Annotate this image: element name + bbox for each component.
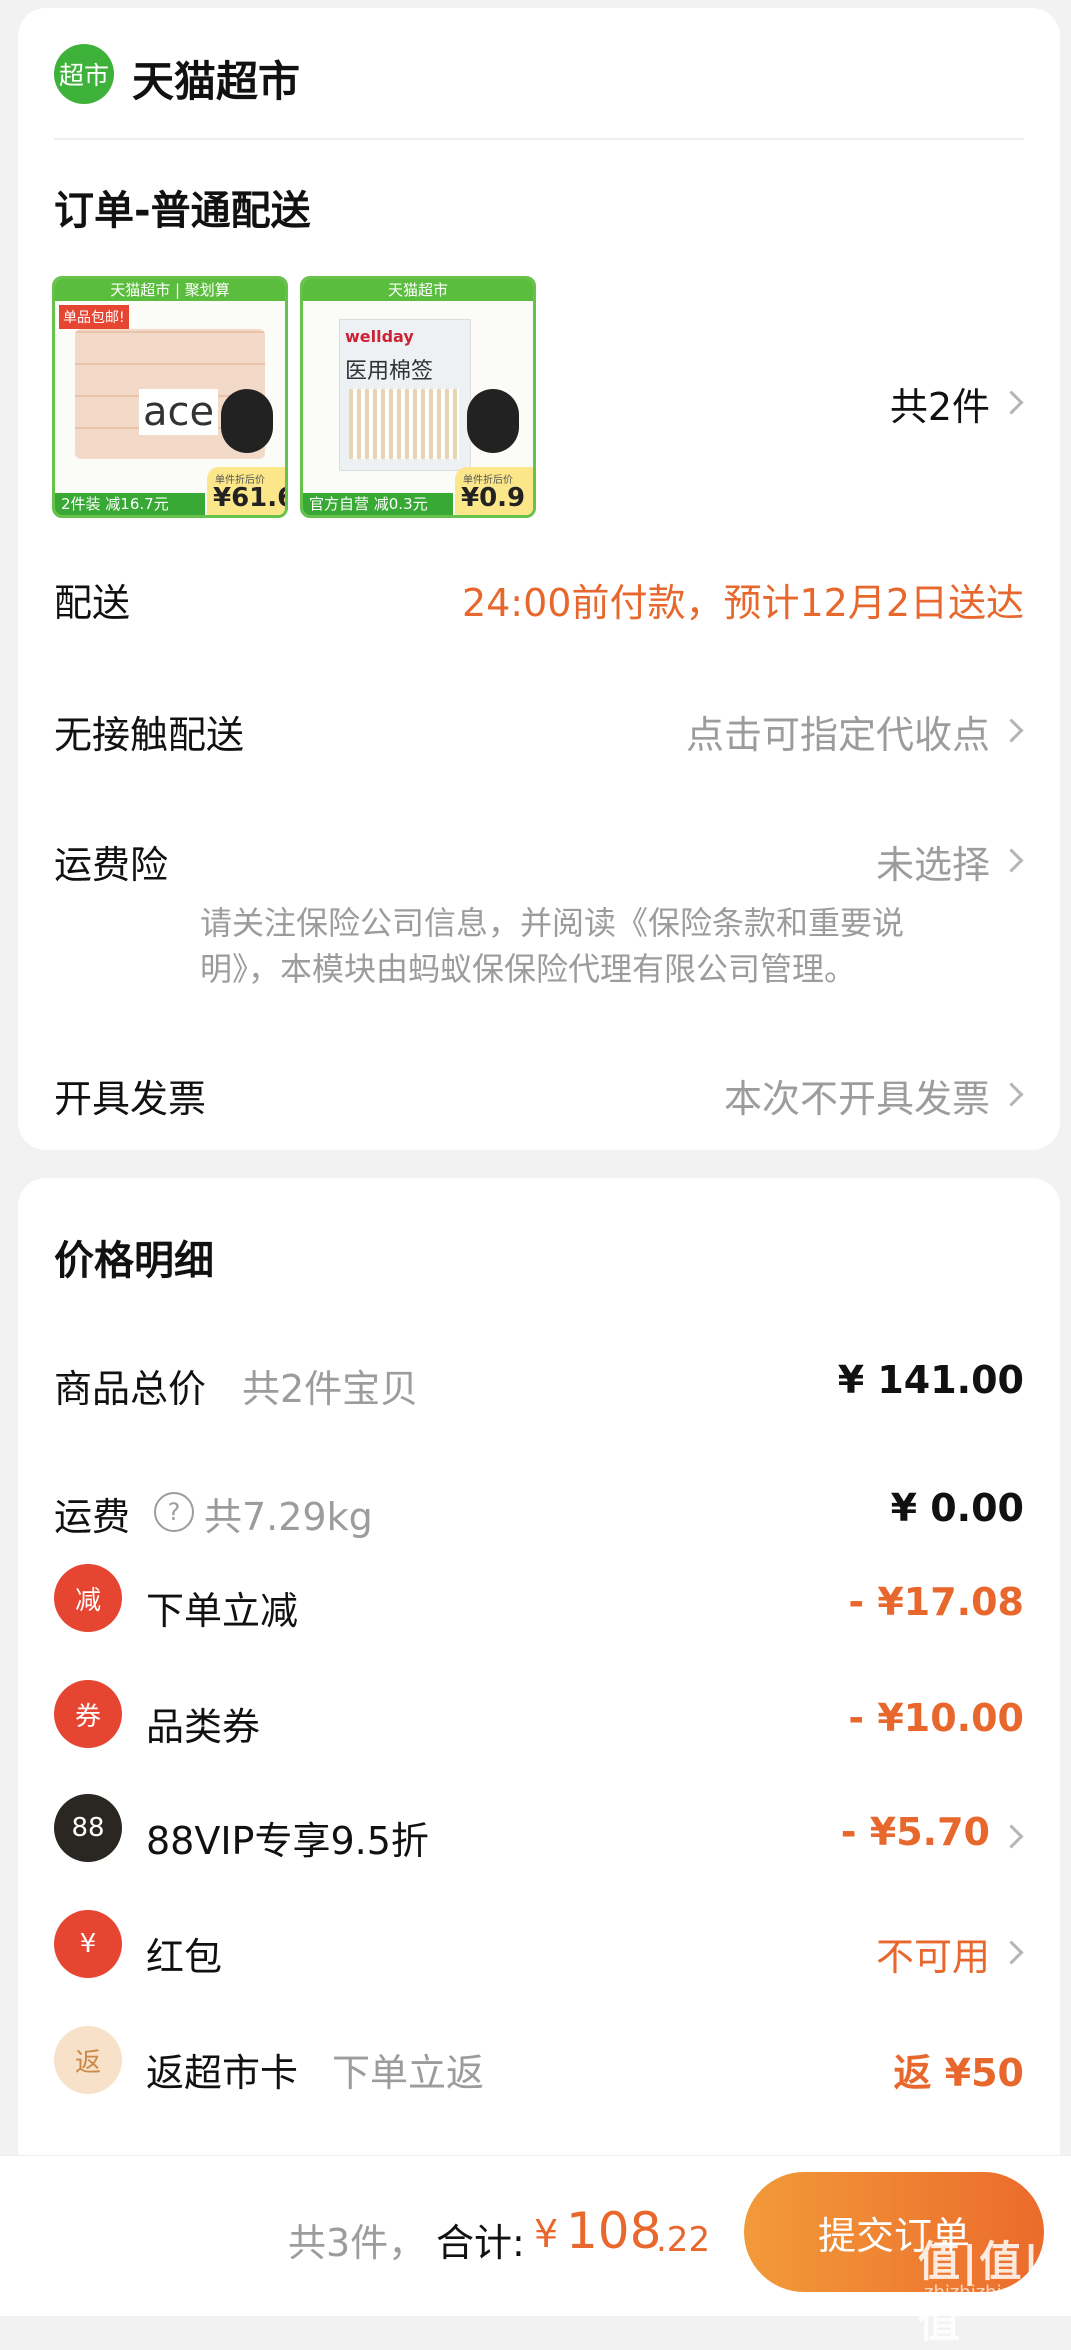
discount-label: 88VIP专享9.5折 [146, 1819, 429, 1863]
tmall-cat-icon [221, 389, 273, 453]
shipping-insurance-label: 运费险 [54, 843, 169, 887]
total-amount: 108 [566, 2202, 662, 2260]
goods-total-label: 商品总价 [54, 1367, 207, 1411]
product-price: ¥0.9 [461, 483, 526, 513]
coupon-icon: 券 [54, 1680, 122, 1748]
order-card: 超市 天猫超市 订单-普通配送 天猫超市 | 聚划算 单品包邮! ace 2件装… [18, 8, 1060, 1150]
chevron-right-icon[interactable] [999, 1082, 1024, 1107]
chevron-right-icon[interactable] [999, 390, 1024, 415]
product-brand: wellday [345, 327, 414, 346]
price-detail-title: 价格明细 [54, 1238, 214, 1284]
delivery-label: 配送 [54, 581, 131, 625]
product-price: ¥61.6 [213, 483, 288, 513]
discount-value: 不可用 [875, 1935, 990, 1979]
product-thumb-2[interactable]: 天猫超市 wellday 医用棉签 官方自营 减0.3元 单件折后价 ¥0.9 [300, 276, 536, 518]
delivery-estimate: 24:00前付款，预计12月2日送达 [461, 581, 1024, 625]
discount-label: 下单立减 [146, 1589, 299, 1633]
price-detail-card: 价格明细 商品总价 共2件宝贝 ¥ 141.00 运费 ? 共7.29kg ¥ … [18, 1178, 1060, 2315]
tmall-cat-icon [467, 389, 519, 453]
product-title: 医用棉签 [345, 359, 434, 384]
chevron-right-icon[interactable] [999, 848, 1024, 873]
contactless-label: 无接触配送 [54, 713, 245, 757]
shipping-insurance-value[interactable]: 未选择 [876, 834, 990, 889]
discount-value: - ¥17.08 [848, 1580, 1024, 1624]
discount-label: 红包 [146, 1935, 223, 1979]
product-badge: 天猫超市 | 聚划算 [55, 279, 285, 301]
price-tag: 单件折后价 ¥0.9 [455, 467, 533, 515]
price-tag: 单件折后价 ¥61.6 [207, 467, 285, 515]
product-brand: ace [139, 389, 219, 435]
promo-tag: 单品包邮! [59, 305, 129, 329]
total-count: 共3件， [288, 2221, 427, 2265]
shipping-fee-label: 运费 [54, 1495, 131, 1539]
product-thumb-1[interactable]: 天猫超市 | 聚划算 单品包邮! ace 2件装 减16.7元 单件折后价 ¥6… [52, 276, 288, 518]
invoice-label: 开具发票 [54, 1077, 207, 1121]
question-circle-icon[interactable]: ? [154, 1492, 194, 1532]
discount-value: - ¥10.00 [848, 1696, 1024, 1740]
contactless-value[interactable]: 点击可指定代收点 [686, 704, 990, 759]
vip88-icon: 88 [54, 1794, 122, 1862]
order-section-title: 订单-普通配送 [54, 188, 311, 234]
red-packet-icon: ¥ [54, 1910, 122, 1978]
item-count[interactable]: 共2件 [890, 376, 990, 431]
divider [54, 138, 1024, 140]
invoice-value[interactable]: 本次不开具发票 [724, 1068, 990, 1123]
discount-label: 品类券 [146, 1705, 261, 1749]
swab-illustration [349, 389, 459, 459]
insurance-note-line2: 明》，本模块由蚂蚁保保险代理有限公司管理。 [200, 950, 857, 988]
chevron-right-icon[interactable] [999, 1940, 1024, 1965]
discount-value: 返 ¥50 [893, 2051, 1024, 2095]
goods-total-sub: 共2件宝贝 [242, 1367, 419, 1411]
total-label: 合计: [436, 2221, 525, 2265]
chevron-right-icon[interactable] [999, 1824, 1024, 1849]
product-footer: 2件装 减16.7元 [55, 493, 205, 515]
product-badge: 天猫超市 [303, 279, 533, 301]
shipping-fee-value: ¥ 0.00 [890, 1486, 1024, 1530]
total-decimal: .22 [656, 2220, 711, 2260]
cashback-icon: 返 [54, 2026, 122, 2094]
discount-label: 返超市卡 [146, 2051, 299, 2095]
total-currency: ¥ [534, 2212, 559, 2256]
discount-icon: 减 [54, 1564, 122, 1632]
discount-sub: 下单立返 [332, 2051, 485, 2095]
watermark-url: zhizhizhi.com [924, 2282, 1046, 2303]
store-name[interactable]: 天猫超市 [132, 48, 300, 109]
store-logo-text: 超市 [58, 61, 109, 90]
insurance-note-line1: 请关注保险公司信息，并阅读《保险条款和重要说 [200, 904, 905, 942]
product-footer: 官方自营 减0.3元 [303, 493, 453, 515]
shipping-weight: 共7.29kg [204, 1495, 373, 1539]
chevron-right-icon[interactable] [999, 718, 1024, 743]
store-logo-icon: 超市 [54, 44, 114, 104]
discount-value: - ¥5.70 [840, 1810, 990, 1854]
goods-total-value: ¥ 141.00 [837, 1358, 1024, 1402]
